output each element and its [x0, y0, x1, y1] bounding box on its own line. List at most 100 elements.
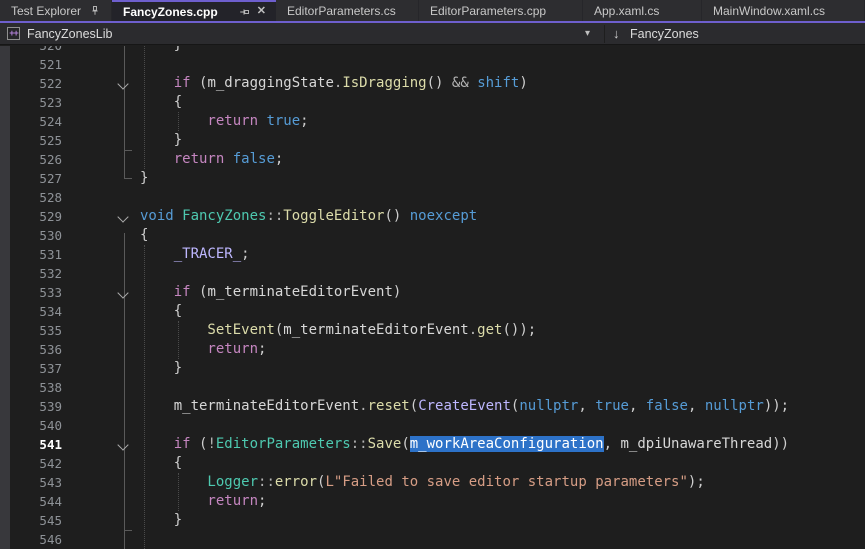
- line-number[interactable]: 531: [10, 245, 62, 264]
- tab-editorparameters-cs[interactable]: EditorParameters.cs: [276, 0, 419, 21]
- code-text: {: [140, 302, 182, 321]
- code-line[interactable]: 543 Logger::error(L"Failed to save edito…: [0, 473, 865, 492]
- code-line[interactable]: 525 }: [0, 131, 865, 150]
- chevron-down-icon[interactable]: ▾: [585, 28, 590, 39]
- tab-editorparameters-cpp[interactable]: EditorParameters.cpp: [419, 0, 583, 21]
- tab-label: FancyZones.cpp: [123, 5, 218, 19]
- document-tab-bar: Test Explorer FancyZones.cpp ✕ EditorPara…: [0, 0, 865, 21]
- fold-chevron-icon[interactable]: [117, 439, 128, 450]
- code-line[interactable]: 536 return;: [0, 340, 865, 359]
- code-line[interactable]: 541 if (!EditorParameters::Save(m_workAr…: [0, 435, 865, 454]
- cpp-project-icon: ++: [7, 27, 20, 40]
- fold-chevron-icon[interactable]: [117, 287, 128, 298]
- code-line[interactable]: 531 _TRACER_;: [0, 245, 865, 264]
- code-text: {: [140, 454, 182, 473]
- line-number[interactable]: 533: [10, 283, 62, 302]
- code-text: }: [140, 511, 182, 530]
- line-number[interactable]: 522: [10, 74, 62, 93]
- project-dropdown[interactable]: FancyZonesLib: [27, 27, 112, 41]
- tab-test-explorer[interactable]: Test Explorer: [0, 0, 112, 21]
- line-number[interactable]: 540: [10, 416, 62, 435]
- line-number[interactable]: 527: [10, 169, 62, 188]
- code-line[interactable]: 529 void FancyZones::ToggleEditor() noexc…: [0, 207, 865, 226]
- line-number[interactable]: 523: [10, 93, 62, 112]
- line-number[interactable]: 546: [10, 530, 62, 549]
- code-line[interactable]: 530 {: [0, 226, 865, 245]
- code-editor[interactable]: 520 }521522 if (m_draggingState.IsDraggi…: [0, 46, 865, 549]
- code-line[interactable]: 539 m_terminateEditorEvent.reset(CreateE…: [0, 397, 865, 416]
- line-number[interactable]: 543: [10, 473, 62, 492]
- code-line[interactable]: 522 if (m_draggingState.IsDragging() && …: [0, 74, 865, 93]
- code-line[interactable]: 534 {: [0, 302, 865, 321]
- line-number[interactable]: 525: [10, 131, 62, 150]
- line-number[interactable]: 541: [10, 435, 62, 454]
- tab-label: EditorParameters.cs: [287, 4, 396, 18]
- code-text: return true;: [140, 112, 309, 131]
- line-number[interactable]: 520: [10, 46, 62, 55]
- code-line[interactable]: 537 }: [0, 359, 865, 378]
- close-icon[interactable]: ✕: [257, 6, 266, 17]
- code-line[interactable]: 535 SetEvent(m_terminateEditorEvent.get(…: [0, 321, 865, 340]
- code-line[interactable]: 523 {: [0, 93, 865, 112]
- line-number[interactable]: 521: [10, 55, 62, 74]
- code-line[interactable]: 544 return;: [0, 492, 865, 511]
- code-line[interactable]: 527}: [0, 169, 865, 188]
- pinned-pin-icon[interactable]: [89, 5, 101, 17]
- line-number[interactable]: 537: [10, 359, 62, 378]
- code-text: }: [140, 46, 182, 55]
- line-number[interactable]: 532: [10, 264, 62, 283]
- tab-label: App.xaml.cs: [594, 4, 659, 18]
- line-number[interactable]: 539: [10, 397, 62, 416]
- fold-chevron-icon[interactable]: [117, 78, 128, 89]
- tab-label: MainWindow.xaml.cs: [713, 4, 825, 18]
- line-number[interactable]: 538: [10, 378, 62, 397]
- fold-chevron-icon[interactable]: [117, 211, 128, 222]
- member-dropdown[interactable]: FancyZones: [630, 27, 699, 41]
- code-line[interactable]: 524 return true;: [0, 112, 865, 131]
- line-number[interactable]: 530: [10, 226, 62, 245]
- code-line[interactable]: 538: [0, 378, 865, 397]
- tab-label: EditorParameters.cpp: [430, 4, 546, 18]
- code-line[interactable]: 521: [0, 55, 865, 74]
- code-text: return false;: [140, 150, 283, 169]
- tab-fancyzones-cpp[interactable]: FancyZones.cpp ✕: [112, 0, 276, 21]
- line-number[interactable]: 542: [10, 454, 62, 473]
- code-line[interactable]: 532: [0, 264, 865, 283]
- pin-icon[interactable]: [238, 6, 250, 18]
- navigation-bar: ++ FancyZonesLib ▾ ↓ FancyZones: [0, 23, 865, 45]
- code-text: {: [140, 226, 148, 245]
- tab-label: Test Explorer: [11, 4, 81, 18]
- code-text: m_terminateEditorEvent.reset(CreateEvent…: [140, 397, 789, 416]
- code-text: void FancyZones::ToggleEditor() noexcept: [140, 207, 477, 226]
- line-number[interactable]: 526: [10, 150, 62, 169]
- code-line[interactable]: 546: [0, 530, 865, 549]
- line-number[interactable]: 535: [10, 321, 62, 340]
- code-text: return;: [140, 340, 266, 359]
- code-line[interactable]: 526 return false;: [0, 150, 865, 169]
- line-number[interactable]: 528: [10, 188, 62, 207]
- line-number[interactable]: 545: [10, 511, 62, 530]
- line-number[interactable]: 524: [10, 112, 62, 131]
- code-text: {: [140, 93, 182, 112]
- code-text: if (m_draggingState.IsDragging() && shif…: [140, 74, 528, 93]
- selected-text: m_workAreaConfiguration: [410, 436, 604, 452]
- code-line[interactable]: 542 {: [0, 454, 865, 473]
- tab-mainwindow-xaml-cs[interactable]: MainWindow.xaml.cs: [702, 0, 865, 21]
- tab-icon-group: [89, 5, 101, 17]
- tab-icon-group: ✕: [238, 6, 266, 18]
- line-number[interactable]: 536: [10, 340, 62, 359]
- code-text: _TRACER_;: [140, 245, 250, 264]
- code-line[interactable]: 520 }: [0, 46, 865, 55]
- code-text: }: [140, 131, 182, 150]
- code-text: return;: [140, 492, 266, 511]
- line-number[interactable]: 534: [10, 302, 62, 321]
- code-text: }: [140, 169, 148, 188]
- code-text: if (!EditorParameters::Save(m_workAreaCo…: [140, 435, 789, 454]
- code-line[interactable]: 533 if (m_terminateEditorEvent): [0, 283, 865, 302]
- code-line[interactable]: 540: [0, 416, 865, 435]
- line-number[interactable]: 529: [10, 207, 62, 226]
- code-line[interactable]: 545 }: [0, 511, 865, 530]
- tab-app-xaml-cs[interactable]: App.xaml.cs: [583, 0, 702, 21]
- code-line[interactable]: 528: [0, 188, 865, 207]
- line-number[interactable]: 544: [10, 492, 62, 511]
